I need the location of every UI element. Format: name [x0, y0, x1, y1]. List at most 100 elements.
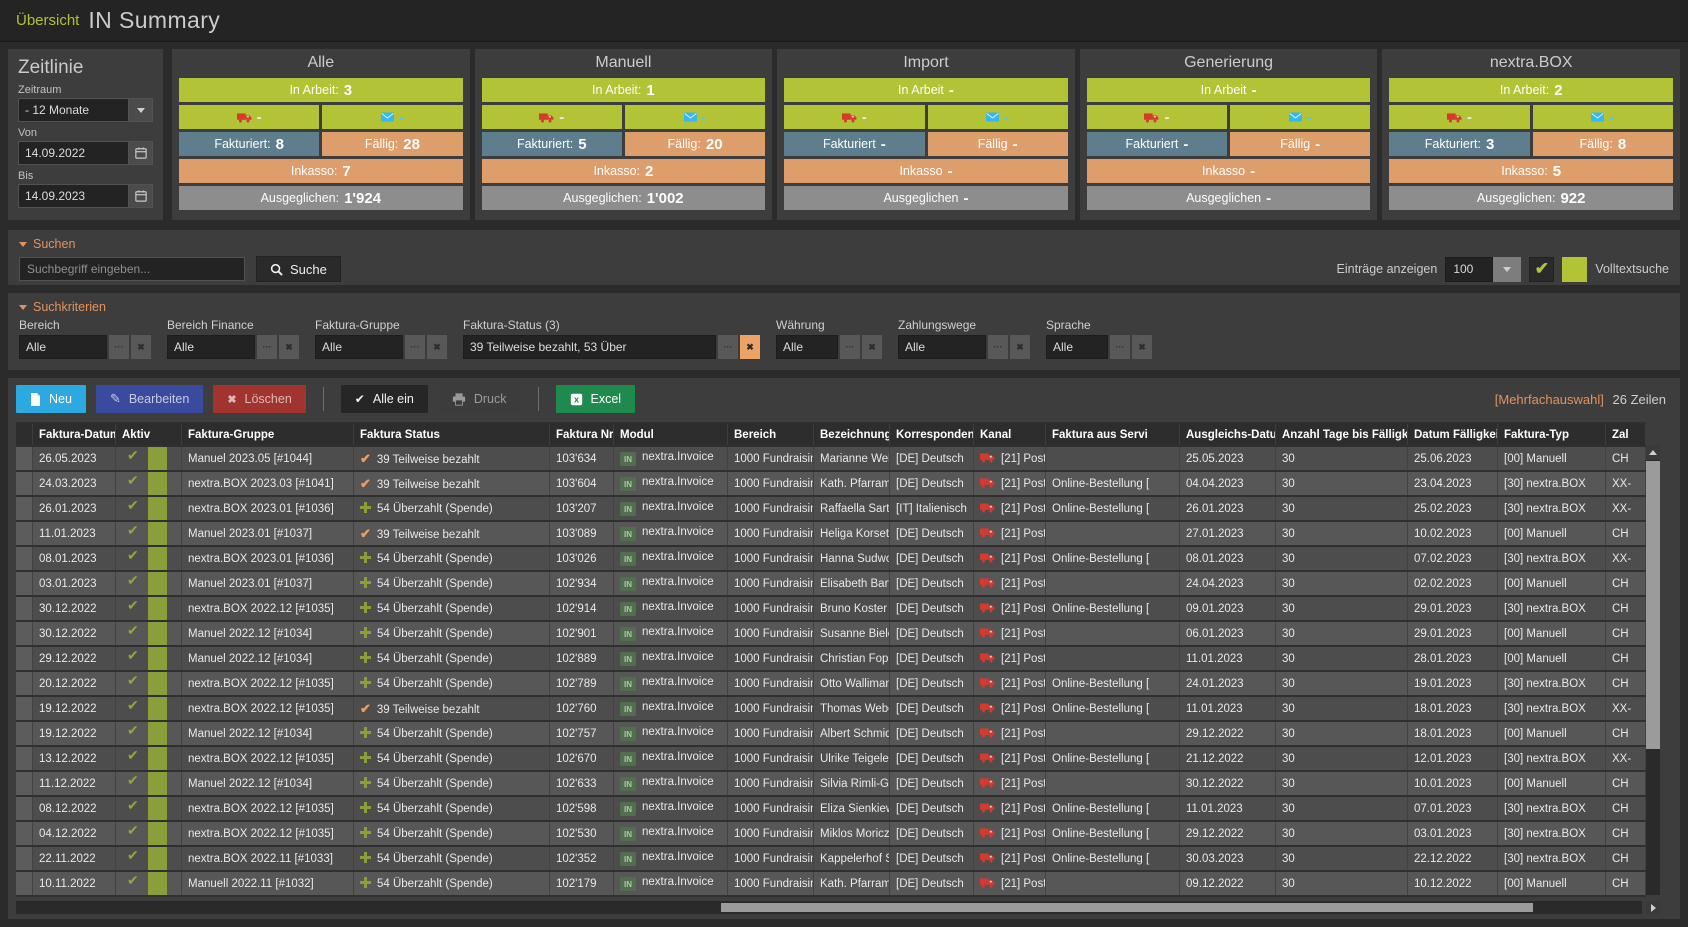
calendar-icon[interactable]	[128, 141, 153, 165]
vertical-scrollbar-thumb[interactable]	[1646, 461, 1660, 749]
card-truck-cell: -	[179, 105, 320, 129]
row-selector[interactable]	[16, 772, 33, 795]
loeschen-button[interactable]: ✖ Löschen	[213, 385, 306, 413]
column-header[interactable]: Modul	[614, 424, 728, 445]
scroll-up-button[interactable]	[1646, 445, 1660, 460]
filter-clear-button[interactable]: ✖	[427, 335, 447, 359]
search-section-header[interactable]: Suchen	[19, 236, 1669, 252]
column-header[interactable]: Aktiv	[116, 424, 182, 445]
row-selector[interactable]	[16, 597, 33, 620]
column-header[interactable]: Faktura Nr	[550, 424, 614, 445]
row-selector[interactable]	[16, 722, 33, 745]
table-row[interactable]: 22.11.2022 ✔ nextra.BOX 2022.11 [#1033] …	[16, 847, 1646, 870]
filter-more-button[interactable]: ···	[257, 335, 277, 359]
filter-more-button[interactable]: ···	[1110, 335, 1130, 359]
table-row[interactable]: 24.03.2023 ✔ nextra.BOX 2023.03 [#1041] …	[16, 472, 1646, 495]
search-input[interactable]	[19, 257, 245, 281]
column-header[interactable]: Faktura Status	[354, 424, 550, 445]
alle-ein-button[interactable]: ✔ Alle ein	[340, 385, 428, 413]
row-selector[interactable]	[16, 822, 33, 845]
horizontal-scrollbar-thumb[interactable]	[721, 903, 1533, 912]
zeitraum-select[interactable]: - 12 Monate	[18, 98, 128, 122]
table-row[interactable]: 08.01.2023 ✔ nextra.BOX 2023.01 [#1036] …	[16, 547, 1646, 570]
column-header[interactable]: Faktura-Typ	[1498, 424, 1606, 445]
filter-value[interactable]: Alle	[167, 335, 255, 359]
filter-clear-button[interactable]: ✖	[862, 335, 882, 359]
table-row[interactable]: 26.05.2023 ✔ Manuel 2023.05 [#1044] ✔ 39 …	[16, 447, 1646, 470]
filter-clear-button[interactable]: ✖	[279, 335, 299, 359]
table-row[interactable]: 04.12.2022 ✔ nextra.BOX 2022.12 [#1035] …	[16, 822, 1646, 845]
chevron-down-icon[interactable]	[1493, 256, 1522, 282]
search-button[interactable]: Suche	[256, 256, 341, 282]
date-input[interactable]: 14.09.2022	[18, 141, 128, 165]
table-row[interactable]: 26.01.2023 ✔ nextra.BOX 2023.01 [#1036] …	[16, 497, 1646, 520]
column-header[interactable]: Bereich	[728, 424, 814, 445]
row-selector[interactable]	[16, 872, 33, 895]
filter-value[interactable]: Alle	[776, 335, 838, 359]
column-header[interactable]: Kanal	[974, 424, 1046, 445]
row-selector[interactable]	[16, 572, 33, 595]
bearbeiten-button[interactable]: ✎ Bearbeiten	[95, 385, 204, 413]
row-selector[interactable]	[16, 672, 33, 695]
filter-value[interactable]: Alle	[19, 335, 107, 359]
table-row[interactable]: 11.12.2022 ✔ Manuel 2022.12 [#1034] 54 Ü…	[16, 772, 1646, 795]
row-selector[interactable]	[16, 797, 33, 820]
calendar-icon[interactable]	[128, 184, 153, 208]
table-row[interactable]: 03.01.2023 ✔ Manuel 2023.01 [#1037] 54 Ü…	[16, 572, 1646, 595]
table-row[interactable]: 29.12.2022 ✔ Manuel 2022.12 [#1034] 54 Ü…	[16, 647, 1646, 670]
neu-button[interactable]: Neu	[16, 385, 86, 413]
filter-clear-button[interactable]: ✖	[740, 335, 760, 359]
row-selector[interactable]	[16, 697, 33, 720]
vertical-scrollbar[interactable]	[1646, 445, 1660, 895]
horizontal-scrollbar[interactable]	[16, 901, 1642, 914]
scroll-right-button[interactable]	[1646, 901, 1660, 914]
filter-clear-button[interactable]: ✖	[1010, 335, 1030, 359]
row-selector[interactable]	[16, 522, 33, 545]
filter-more-button[interactable]: ···	[109, 335, 129, 359]
chevron-down-icon[interactable]	[128, 98, 153, 122]
table-row[interactable]: 11.01.2023 ✔ Manuel 2023.01 [#1037] ✔ 39 …	[16, 522, 1646, 545]
excel-button[interactable]: x Excel	[555, 385, 636, 413]
row-selector[interactable]	[16, 447, 33, 470]
row-selector[interactable]	[16, 847, 33, 870]
column-header[interactable]: Anzahl Tage bis Fälligkeit	[1276, 424, 1408, 445]
date-input[interactable]: 14.09.2023	[18, 184, 128, 208]
row-selector[interactable]	[16, 747, 33, 770]
column-header[interactable]: Faktura-Datum	[33, 424, 116, 445]
criteria-section-header[interactable]: Suchkriterien	[19, 299, 1669, 315]
row-selector[interactable]	[16, 472, 33, 495]
table-row[interactable]: 08.12.2022 ✔ nextra.BOX 2022.12 [#1035] …	[16, 797, 1646, 820]
table-row[interactable]: 30.12.2022 ✔ nextra.BOX 2022.12 [#1035] …	[16, 597, 1646, 620]
column-header[interactable]: Korrespondenz-	[890, 424, 974, 445]
filter-value[interactable]: Alle	[315, 335, 403, 359]
row-selector[interactable]	[16, 622, 33, 645]
column-header[interactable]: Zal	[1606, 424, 1646, 445]
druck-button[interactable]: Druck	[437, 385, 521, 413]
cell-zahlung: XX-	[1606, 497, 1646, 520]
filter-clear-button[interactable]: ✖	[131, 335, 151, 359]
filter-more-button[interactable]: ···	[988, 335, 1008, 359]
fulltext-checkbox[interactable]: ✔	[1529, 256, 1555, 282]
filter-more-button[interactable]: ···	[405, 335, 425, 359]
table-row[interactable]: 13.12.2022 ✔ nextra.BOX 2022.12 [#1035] …	[16, 747, 1646, 770]
filter-more-button[interactable]: ···	[840, 335, 860, 359]
filter-value[interactable]: Alle	[898, 335, 986, 359]
filter-value[interactable]: 39 Teilweise bezahlt, 53 Über	[463, 335, 716, 359]
column-header[interactable]: Faktura-Gruppe	[182, 424, 354, 445]
filter-clear-button[interactable]: ✖	[1132, 335, 1152, 359]
row-selector[interactable]	[16, 647, 33, 670]
column-header[interactable]: Bezeichnung	[814, 424, 890, 445]
table-row[interactable]: 10.11.2022 ✔ Manuell 2022.11 [#1032] 54 …	[16, 872, 1646, 895]
row-selector[interactable]	[16, 497, 33, 520]
row-selector[interactable]	[16, 547, 33, 570]
column-header[interactable]: Faktura aus Servi	[1046, 424, 1180, 445]
column-header[interactable]: Ausgleichs-Datum	[1180, 424, 1276, 445]
filter-more-button[interactable]: ···	[718, 335, 738, 359]
filter-value[interactable]: Alle	[1046, 335, 1108, 359]
column-header[interactable]: Datum Fälligkeit	[1408, 424, 1498, 445]
entries-select[interactable]: 100	[1445, 256, 1522, 282]
table-row[interactable]: 30.12.2022 ✔ Manuel 2022.12 [#1034] 54 Ü…	[16, 622, 1646, 645]
table-row[interactable]: 19.12.2022 ✔ nextra.BOX 2022.12 [#1035] …	[16, 697, 1646, 720]
table-row[interactable]: 20.12.2022 ✔ nextra.BOX 2022.12 [#1035] …	[16, 672, 1646, 695]
table-row[interactable]: 19.12.2022 ✔ Manuel 2022.12 [#1034] 54 Ü…	[16, 722, 1646, 745]
